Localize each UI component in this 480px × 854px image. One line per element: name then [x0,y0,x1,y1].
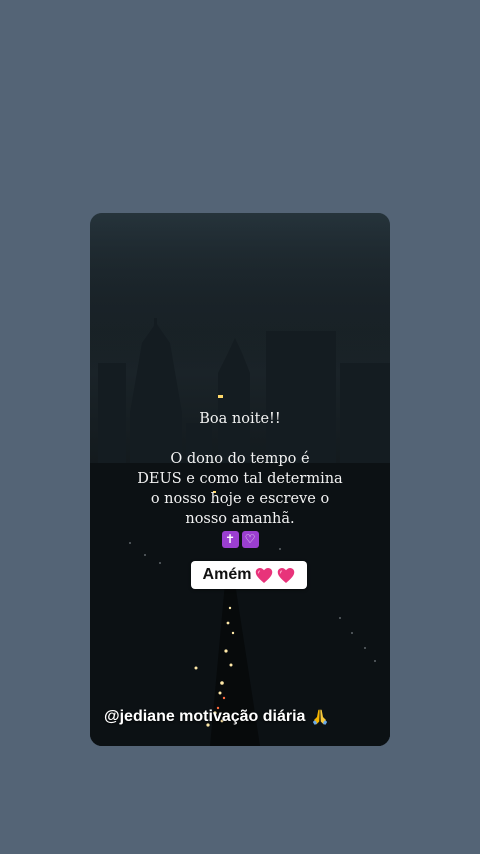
message-line: nosso amanhã. [185,511,295,527]
emoji-row: ✝ ♡ [90,531,390,548]
message-line: O dono do tempo é [170,451,310,467]
story-message: Boa noite!! O dono do tempo é DEUS e com… [90,409,390,548]
caption-handle[interactable]: @jediane motivação diária [104,708,329,726]
pink-heart-icon [256,567,273,583]
latin-cross-icon: ✝ [221,531,239,548]
pink-heart-icon [278,567,295,583]
message-line: o nosso hoje e escreve o [150,491,330,507]
story-card[interactable]: Boa noite!! O dono do tempo é DEUS e com… [90,213,390,746]
folded-hands-icon [313,709,328,725]
amen-sticker[interactable]: Amém [191,561,307,589]
handle-text: @jediane motivação diária [104,708,306,725]
screen: Boa noite!! O dono do tempo é DEUS e com… [0,0,480,854]
greeting-text: Boa noite!! [199,411,281,427]
white-heart-icon: ♡ [241,531,259,548]
sticker-label: Amém [202,566,252,583]
message-line: DEUS e como tal determina [137,471,343,487]
